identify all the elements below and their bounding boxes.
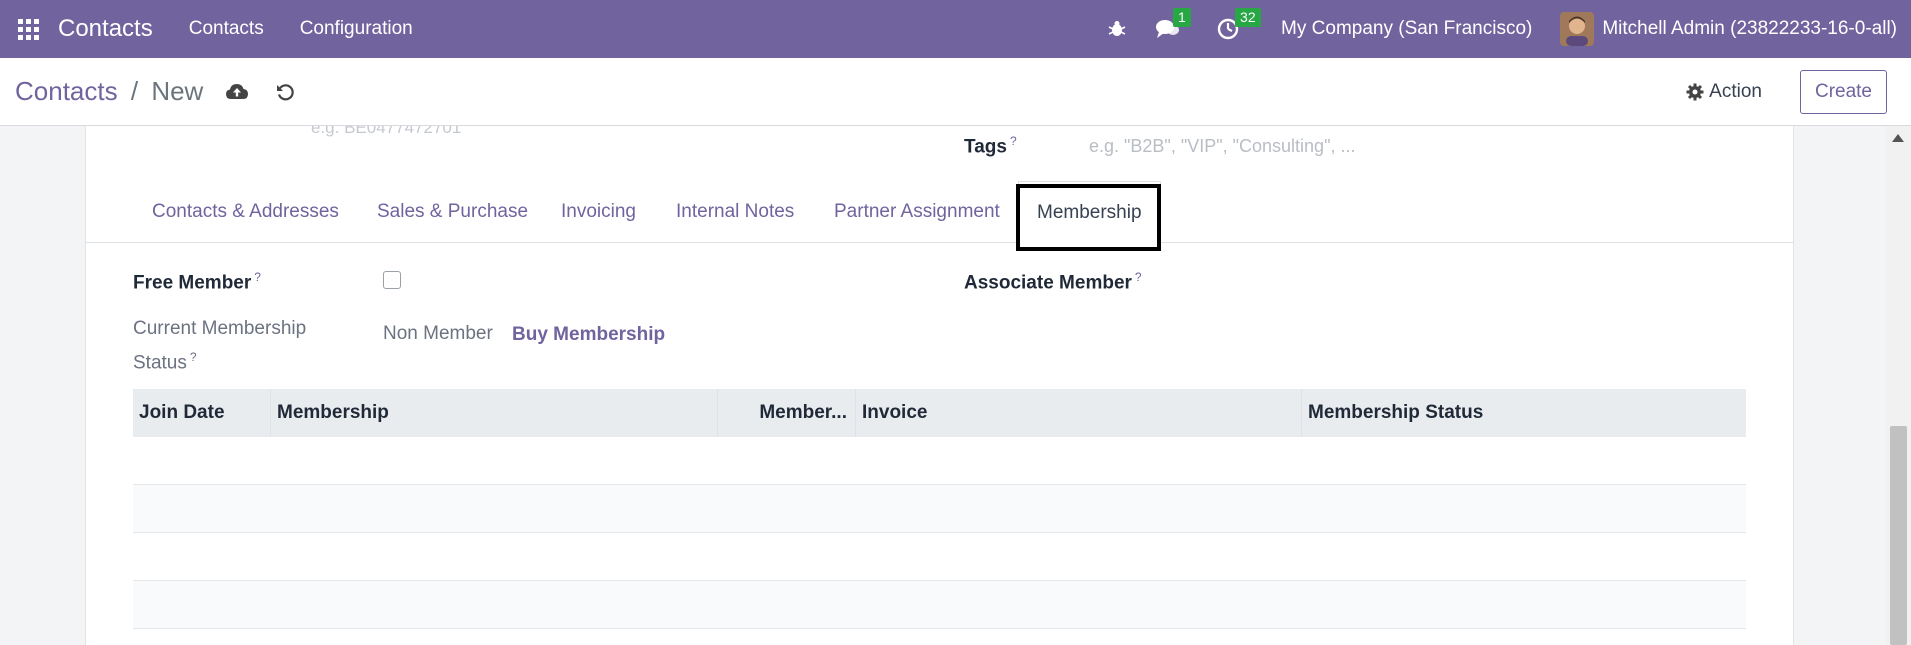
tab-contacts-addresses[interactable]: Contacts & Addresses — [152, 181, 339, 243]
column-membership[interactable]: Membership — [271, 389, 718, 437]
table-row — [133, 581, 1746, 629]
gear-icon — [1686, 83, 1704, 100]
tab-partner-assignment[interactable]: Partner Assignment — [834, 181, 1000, 243]
notebook-tabs: Contacts & Addresses Sales & Purchase In… — [86, 181, 1793, 243]
breadcrumb: Contacts / New — [15, 76, 203, 107]
activities-badge: 32 — [1235, 8, 1261, 27]
column-join-date[interactable]: Join Date — [133, 389, 271, 437]
tags-help-icon[interactable]: ? — [1010, 134, 1017, 148]
user-avatar[interactable] — [1560, 12, 1595, 46]
top-navbar: Contacts Contacts Configuration 1 32 My … — [0, 0, 1911, 58]
menu-configuration[interactable]: Configuration — [300, 18, 413, 40]
messages-badge: 1 — [1173, 8, 1191, 27]
navbar-systray: 1 32 My Company (San Francisco) Mitchell… — [1107, 0, 1911, 58]
control-panel: Contacts / New Action Create — [0, 58, 1911, 126]
membership-status-help-icon[interactable]: ? — [190, 350, 197, 364]
free-member-checkbox[interactable] — [383, 271, 401, 289]
scroll-thumb[interactable] — [1890, 426, 1907, 645]
tab-highlight-frame — [1016, 184, 1161, 251]
associate-member-help-icon[interactable]: ? — [1135, 270, 1142, 284]
free-member-help-icon[interactable]: ? — [254, 270, 261, 284]
buy-membership-button[interactable]: Buy Membership — [512, 324, 665, 346]
tags-label: Tags? — [964, 134, 1017, 158]
breadcrumb-separator: / — [130, 76, 139, 106]
breadcrumb-contacts[interactable]: Contacts — [15, 76, 118, 106]
membership-status-value: Non Member — [383, 323, 493, 344]
tab-internal-notes[interactable]: Internal Notes — [676, 181, 794, 243]
apps-grid-icon[interactable] — [16, 17, 40, 41]
associate-member-label: Associate Member? — [964, 270, 1142, 294]
tags-input[interactable]: e.g. "B2B", "VIP", "Consulting", ... — [1089, 136, 1355, 157]
messages-chat-icon[interactable]: 1 — [1155, 8, 1191, 40]
user-menu[interactable]: Mitchell Admin (23822233-16-0-all) — [1602, 18, 1897, 40]
company-switcher[interactable]: My Company (San Francisco) — [1281, 18, 1532, 40]
app-brand[interactable]: Contacts — [58, 15, 153, 43]
scroll-up-arrow-icon[interactable] — [1892, 134, 1904, 142]
table-row — [133, 485, 1746, 533]
create-button[interactable]: Create — [1799, 69, 1887, 114]
column-membership-status[interactable]: Membership Status — [1302, 389, 1746, 437]
activity-clock-icon[interactable]: 32 — [1217, 8, 1261, 40]
table-header: Join Date Membership Member... Invoice M… — [133, 389, 1746, 437]
partially-visible-placeholder: e.g. BE0477472701 — [311, 126, 462, 137]
page-scrollbar[interactable] — [1886, 126, 1911, 645]
column-invoice[interactable]: Invoice — [856, 389, 1302, 437]
discard-undo-icon[interactable] — [275, 82, 295, 102]
action-label: Action — [1709, 80, 1762, 102]
membership-status-label: Current Membership Status? — [133, 318, 307, 374]
table-row — [133, 533, 1746, 581]
breadcrumb-current: New — [151, 76, 204, 106]
menu-contacts[interactable]: Contacts — [189, 18, 264, 40]
form-sheet: e.g. BE0477472701 Tags? e.g. "B2B", "VIP… — [85, 126, 1794, 645]
table-row — [133, 437, 1746, 485]
save-cloud-upload-icon[interactable] — [225, 82, 249, 102]
free-member-label: Free Member? — [133, 270, 261, 294]
column-member-price[interactable]: Member... — [718, 389, 856, 437]
debug-bug-icon[interactable] — [1107, 19, 1127, 39]
tab-sales-purchase[interactable]: Sales & Purchase — [377, 181, 528, 243]
tab-invoicing[interactable]: Invoicing — [561, 181, 636, 243]
membership-lines-table: Join Date Membership Member... Invoice M… — [133, 389, 1746, 629]
action-button[interactable]: Action — [1686, 81, 1762, 103]
